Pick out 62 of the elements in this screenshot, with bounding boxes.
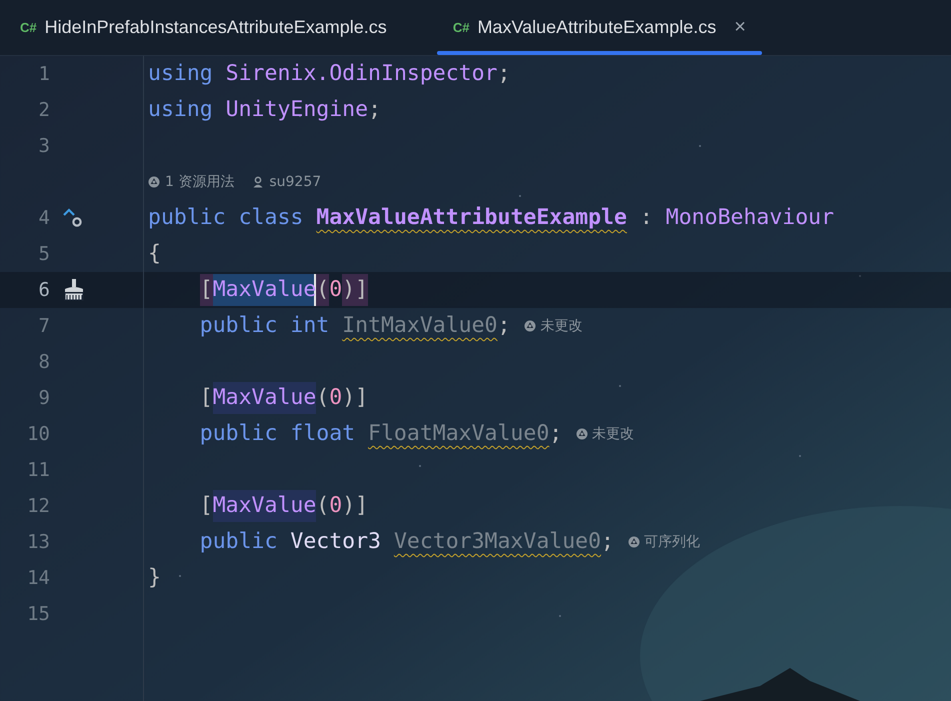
code-token: ;: [368, 96, 382, 124]
code-token: public class: [148, 204, 304, 232]
code-token: Vector3MaxValue0: [394, 528, 602, 556]
code-token: ;: [549, 420, 562, 448]
code-token: MaxValue: [212, 490, 316, 522]
code-token: (: [316, 274, 330, 306]
file-tab[interactable]: C# MaxValueAttributeExample.cs ×: [432, 0, 766, 55]
code-token: )]: [342, 384, 368, 412]
code-token: using: [148, 60, 214, 88]
close-icon[interactable]: ×: [734, 16, 746, 39]
code-token: 0: [329, 276, 342, 304]
line-number: 4: [38, 207, 50, 229]
line-number: 15: [26, 603, 50, 625]
code-token: MaxValueAttributeExample: [316, 204, 627, 232]
line-number: 13: [26, 531, 50, 553]
code-token: MonoBehaviour: [666, 204, 834, 232]
line-number: 1: [38, 63, 50, 85]
code-token: MaxValue: [212, 382, 316, 414]
code-token: ;: [498, 312, 510, 340]
code-token: FloatMaxValue0: [368, 420, 550, 448]
line-number: 9: [38, 387, 50, 409]
code-token: )]: [342, 274, 368, 306]
csharp-icon: C#: [20, 20, 37, 35]
inlay-hint[interactable]: 未更改: [576, 425, 634, 443]
code-token: [: [200, 274, 213, 306]
code-token: (: [316, 492, 330, 520]
code-token: ;: [498, 60, 510, 88]
code-token: public float: [200, 420, 356, 448]
code-vision-link[interactable]: 1 资源用法: [148, 173, 234, 191]
code-token: ;: [601, 528, 614, 556]
line-number: 11: [26, 459, 50, 481]
inlay-hint[interactable]: 未更改: [524, 317, 582, 335]
line-number: 12: [26, 495, 50, 517]
code-vision-link[interactable]: su9257: [252, 174, 322, 190]
code-token: (: [316, 384, 330, 412]
line-number: 7: [38, 315, 50, 337]
line-number: 2: [38, 99, 50, 121]
user-icon: [252, 176, 264, 188]
code-token: public int: [200, 312, 330, 340]
code-token: )]: [342, 492, 368, 520]
code-token: [: [200, 384, 213, 412]
inlay-hint[interactable]: 可序列化: [628, 533, 700, 551]
code-token: {: [148, 240, 161, 268]
line-number: 10: [26, 423, 50, 445]
line-number: 3: [38, 135, 50, 157]
code-token: UnityEngine: [226, 96, 368, 124]
line-number: 5: [38, 243, 50, 265]
code-token: public: [200, 528, 278, 556]
line-number: 6: [38, 279, 50, 301]
code-token: 0: [329, 384, 342, 412]
line-number: 8: [38, 351, 50, 373]
code-token: 0: [329, 492, 342, 520]
code-token: :: [638, 204, 654, 232]
code-token: }: [148, 564, 161, 592]
code-token: Sirenix.OdinInspector: [226, 60, 498, 88]
code-token: Vector3: [290, 528, 382, 556]
file-tab[interactable]: C# HideInPrefabInstancesAttributeExample.cs: [0, 0, 407, 55]
csharp-icon: C#: [452, 20, 470, 35]
code-token: IntMaxValue0: [342, 312, 498, 340]
line-number: 14: [26, 567, 50, 589]
code-token: [: [200, 492, 213, 520]
code-token: using: [148, 96, 214, 124]
